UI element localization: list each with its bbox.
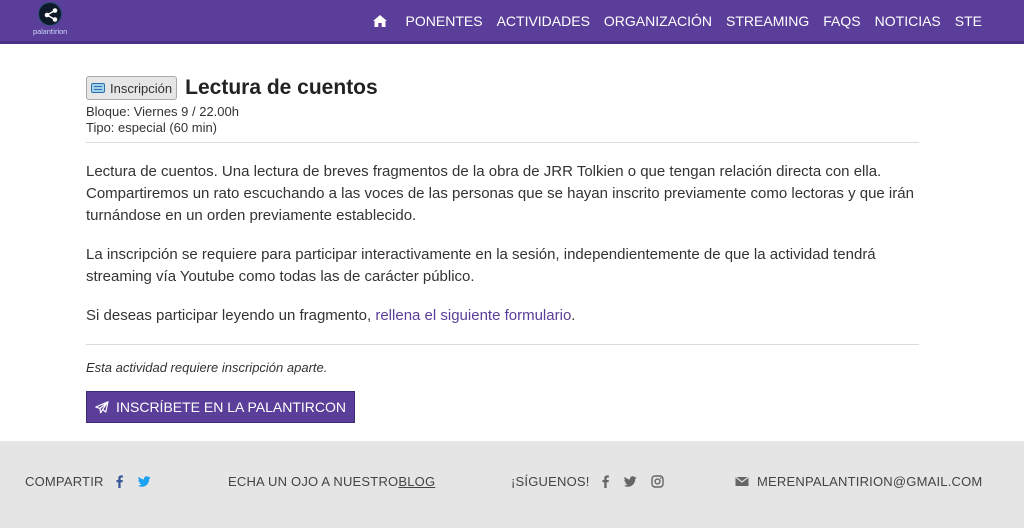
registration-note: Esta actividad requiere inscripción apar… <box>86 360 328 375</box>
follow-section: ¡SÍGUENOS! <box>511 474 664 489</box>
register-button-label: INSCRÍBETE EN LA PALANTIRCON <box>116 399 347 415</box>
activity-description: Lectura de cuentos. Una lectura de breve… <box>86 163 914 224</box>
nav-noticias[interactable]: NOTICIAS <box>875 13 941 29</box>
envelope-icon <box>735 476 749 487</box>
blog-link[interactable]: BLOG <box>398 474 435 489</box>
home-icon[interactable] <box>372 13 388 29</box>
divider <box>86 344 919 345</box>
nav-streaming[interactable]: STREAMING <box>726 13 809 29</box>
nav-actividades[interactable]: ACTIVIDADES <box>497 13 590 29</box>
footer: COMPARTIR ECHA UN OJO A NUESTRO BLOG ¡SÍ… <box>0 441 1024 528</box>
registration-info: La inscripción se requiere para particip… <box>86 246 876 285</box>
share-section: COMPARTIR <box>25 474 151 489</box>
twitter-icon[interactable] <box>137 475 151 488</box>
nav-ponentes[interactable]: PONENTES <box>406 13 483 29</box>
navbar: palantirion PONENTES ACTIVIDADES ORGANIZ… <box>0 0 1024 44</box>
activity-type: Tipo: especial (60 min) <box>86 120 218 135</box>
divider <box>86 142 919 143</box>
email-section: MERENPALANTIRION@GMAIL.COM <box>735 474 982 489</box>
ticket-icon <box>91 83 105 93</box>
activity-header: Inscripción Lectura de cuentos <box>86 76 919 100</box>
nav-organizacion[interactable]: ORGANIZACIÓN <box>604 13 712 29</box>
nav-faqs[interactable]: FAQS <box>823 13 860 29</box>
register-button[interactable]: INSCRÍBETE EN LA PALANTIRCON <box>86 391 356 423</box>
twitter-icon[interactable] <box>623 475 637 488</box>
activity-detail: Inscripción Lectura de cuentos Bloque: V… <box>86 76 919 423</box>
instagram-icon[interactable] <box>650 475 664 488</box>
follow-label: ¡SÍGUENOS! <box>511 474 590 489</box>
email-link[interactable]: MERENPALANTIRION@GMAIL.COM <box>757 474 982 489</box>
logo-text: palantirion <box>32 28 68 36</box>
blog-section: ECHA UN OJO A NUESTRO BLOG <box>228 474 435 489</box>
blog-prefix: ECHA UN OJO A NUESTRO <box>228 474 399 489</box>
paper-plane-icon <box>95 400 109 413</box>
page-title: Lectura de cuentos <box>185 76 378 99</box>
registration-badge: Inscripción <box>86 76 178 100</box>
main-nav: PONENTES ACTIVIDADES ORGANIZACIÓN STREAM… <box>372 0 982 41</box>
form-paragraph: Si deseas participar leyendo un fragment… <box>86 305 919 327</box>
activity-block: Bloque: Viernes 9 / 22.00h <box>86 104 239 119</box>
site-logo[interactable]: palantirion <box>30 2 70 40</box>
form-prefix: Si deseas participar leyendo un fragment… <box>86 307 376 324</box>
share-label: COMPARTIR <box>25 474 104 489</box>
badge-label: Inscripción <box>110 80 173 96</box>
facebook-icon[interactable] <box>602 475 609 488</box>
form-suffix: . <box>571 307 576 324</box>
facebook-icon[interactable] <box>116 475 123 488</box>
nav-ste[interactable]: STE <box>955 13 982 29</box>
form-link[interactable]: rellena el siguiente formulario <box>375 307 571 324</box>
share-logo-icon <box>38 2 62 26</box>
